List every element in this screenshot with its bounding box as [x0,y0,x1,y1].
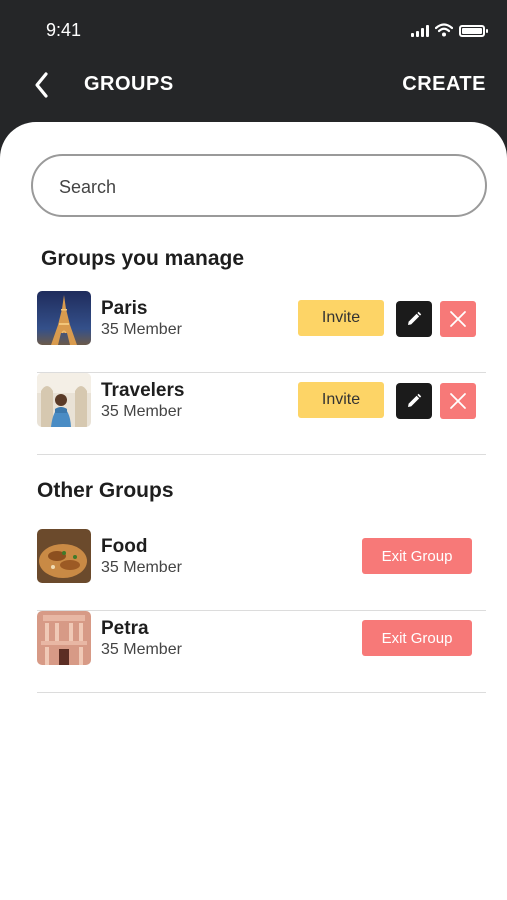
group-member-count: 35 Member [101,641,182,658]
page-title: GROUPS [84,73,174,95]
exit-group-button[interactable]: Exit Group [362,620,472,656]
group-name: Food [101,536,148,557]
battery-icon [459,25,488,37]
close-icon [450,311,466,327]
delete-button[interactable] [440,301,476,337]
group-row-paris[interactable]: Paris 35 Member Invite [37,291,486,373]
pencil-icon [408,311,422,325]
status-time: 9:41 [46,20,82,40]
signal-icon [411,25,429,37]
other-groups-heading: Other Groups [37,479,174,502]
invite-button[interactable]: Invite [298,300,384,336]
exit-group-button[interactable]: Exit Group [362,538,472,574]
group-image-paris [37,291,91,345]
create-button[interactable]: CREATE [402,73,486,96]
group-member-count: 35 Member [101,321,182,338]
delete-button[interactable] [440,383,476,419]
group-name: Travelers [101,380,185,401]
invite-button[interactable]: Invite [298,382,384,418]
group-image-petra [37,611,91,665]
wifi-icon [435,23,453,37]
close-icon [450,393,466,409]
group-image-food [37,529,91,583]
search-box[interactable] [31,154,487,217]
search-input[interactable] [59,174,459,200]
managed-groups-heading: Groups you manage [41,247,245,270]
group-row-travelers[interactable]: Travelers 35 Member Invite [37,373,486,455]
chevron-left-icon [35,72,48,98]
content-sheet [0,122,507,900]
group-name: Paris [101,298,148,319]
pencil-icon [408,393,422,407]
group-row-food[interactable]: Food 35 Member Exit Group [37,529,486,611]
back-button[interactable] [28,68,56,102]
edit-button[interactable] [396,301,432,337]
group-member-count: 35 Member [101,403,182,420]
group-image-travelers [37,373,91,427]
edit-button[interactable] [396,383,432,419]
group-name: Petra [101,618,149,639]
status-icons [411,23,488,37]
group-row-petra[interactable]: Petra 35 Member Exit Group [37,611,486,693]
group-member-count: 35 Member [101,559,182,576]
